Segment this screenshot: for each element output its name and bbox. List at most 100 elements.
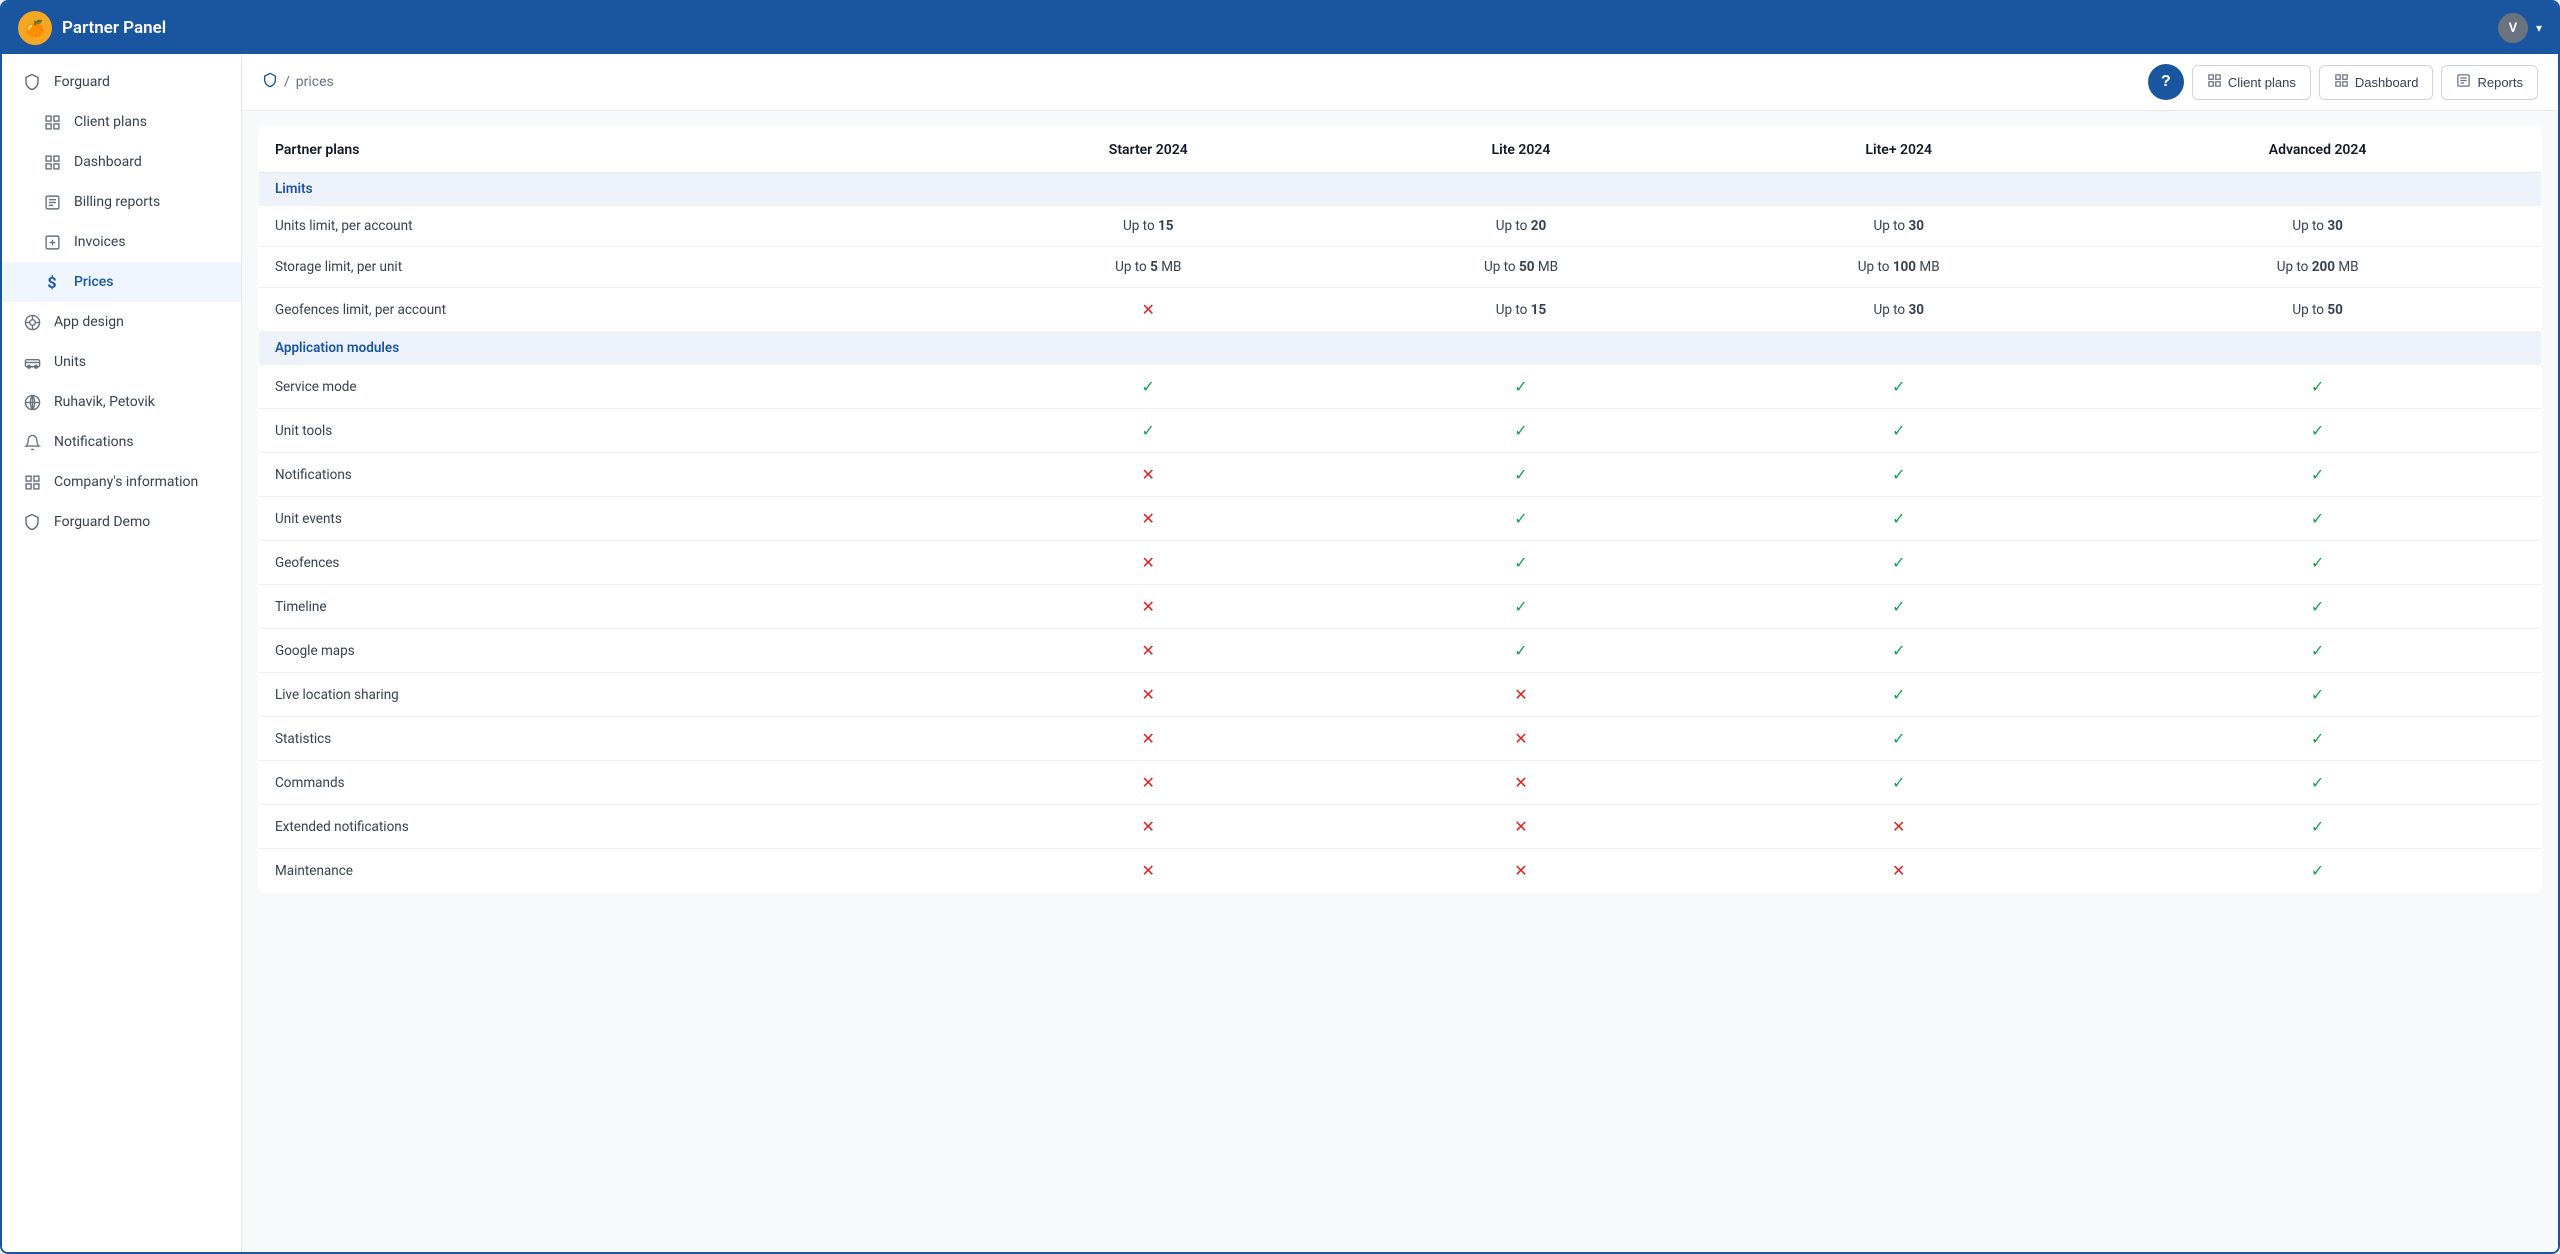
check-icon: ✓ [2311, 685, 2324, 704]
table-cell: ✕ [958, 761, 1339, 805]
table-cell: ✓ [1703, 717, 2094, 761]
table-container: Partner plans Starter 2024 Lite 2024 Lit… [242, 111, 2558, 909]
client-plans-icon [42, 112, 62, 132]
feature-cell: Google maps [259, 629, 958, 673]
table-cell: ✕ [958, 805, 1339, 849]
sidebar-item-forguard[interactable]: Forguard [2, 62, 241, 102]
col-lite-plus: Lite+ 2024 [1703, 128, 2094, 173]
sidebar-item-invoices[interactable]: Invoices [2, 222, 241, 262]
table-row: Statistics ✕ ✕ ✓ ✓ [259, 717, 2542, 761]
table-row: Geofences ✕ ✓ ✓ ✓ [259, 541, 2542, 585]
company-info-icon [22, 472, 42, 492]
sidebar-item-label: Billing reports [74, 194, 160, 210]
check-icon: ✓ [1892, 685, 1905, 704]
table-cell: ✓ [958, 409, 1339, 453]
check-icon: ✓ [1892, 421, 1905, 440]
help-button[interactable]: ? [2148, 64, 2184, 100]
sidebar-item-label: Forguard Demo [54, 514, 150, 530]
table-cell: ✓ [1703, 541, 2094, 585]
sidebar-item-label: App design [54, 314, 124, 330]
cross-icon: ✕ [1142, 729, 1155, 748]
table-row: Geofences limit, per account ✕ Up to 15 … [259, 288, 2542, 332]
table-cell: ✓ [2094, 849, 2541, 893]
ruhavik-icon [22, 392, 42, 412]
table-cell: ✓ [2094, 629, 2541, 673]
feature-cell: Extended notifications [259, 805, 958, 849]
table-cell: ✕ [958, 453, 1339, 497]
cross-icon: ✕ [1514, 685, 1527, 704]
sidebar-item-label: Units [54, 354, 86, 370]
sidebar-item-label: Invoices [74, 234, 126, 250]
breadcrumb-shield-icon [262, 72, 278, 92]
avatar[interactable]: V [2498, 13, 2528, 43]
table-row: Service mode ✓ ✓ ✓ ✓ [259, 365, 2542, 409]
table-cell: ✕ [1339, 673, 1703, 717]
sidebar-item-ruhavik[interactable]: Ruhavik, Petovik [2, 382, 241, 422]
table-row: Units limit, per account Up to 15 Up to … [259, 206, 2542, 247]
feature-cell: Storage limit, per unit [259, 247, 958, 288]
dashboard-btn-icon [2334, 73, 2349, 92]
check-icon: ✓ [1514, 465, 1527, 484]
dashboard-button[interactable]: Dashboard [2319, 65, 2434, 100]
section-header-cell: Application modules [259, 332, 2542, 365]
table-cell: ✓ [2094, 761, 2541, 805]
table-cell: ✓ [2094, 585, 2541, 629]
check-icon: ✓ [1514, 509, 1527, 528]
sidebar-item-billing-reports[interactable]: Billing reports [2, 182, 241, 222]
sidebar-item-label: Dashboard [74, 154, 142, 170]
table-section-header: Application modules [259, 332, 2542, 365]
table-cell: ✓ [1703, 365, 2094, 409]
check-icon: ✓ [2311, 553, 2324, 572]
billing-reports-icon [42, 192, 62, 212]
sidebar-item-units[interactable]: Units [2, 342, 241, 382]
notifications-icon [22, 432, 42, 452]
table-cell: ✓ [1339, 541, 1703, 585]
cross-icon: ✕ [1514, 861, 1527, 880]
reports-btn-label: Reports [2477, 75, 2523, 90]
table-cell: ✕ [958, 585, 1339, 629]
table-cell: ✓ [1339, 453, 1703, 497]
units-icon [22, 352, 42, 372]
section-header-cell: Limits [259, 173, 2542, 206]
feature-cell: Timeline [259, 585, 958, 629]
table-row: Google maps ✕ ✓ ✓ ✓ [259, 629, 2542, 673]
cross-icon: ✕ [1142, 465, 1155, 484]
sidebar-item-dashboard[interactable]: Dashboard [2, 142, 241, 182]
cross-icon: ✕ [1892, 817, 1905, 836]
sidebar-item-prices[interactable]: $ Prices [2, 262, 241, 302]
check-icon: ✓ [1514, 641, 1527, 660]
sidebar-item-app-design[interactable]: App design [2, 302, 241, 342]
sidebar-item-label: Forguard [54, 74, 110, 90]
cross-icon: ✕ [1142, 773, 1155, 792]
table-cell: Up to 30 [2094, 206, 2541, 247]
table-cell: ✕ [1703, 849, 2094, 893]
cross-icon: ✕ [1142, 553, 1155, 572]
table-cell: ✓ [2094, 453, 2541, 497]
client-plans-button[interactable]: Client plans [2192, 65, 2311, 100]
table-cell: Up to 5 MB [958, 247, 1339, 288]
cross-icon: ✕ [1142, 817, 1155, 836]
sidebar-item-notifications[interactable]: Notifications [2, 422, 241, 462]
sidebar-item-company-info[interactable]: Company's information [2, 462, 241, 502]
sidebar-item-forguard-demo[interactable]: Forguard Demo [2, 502, 241, 542]
reports-button[interactable]: Reports [2441, 65, 2538, 100]
table-cell: ✕ [958, 629, 1339, 673]
feature-cell: Service mode [259, 365, 958, 409]
check-icon: ✓ [1892, 553, 1905, 572]
feature-cell: Units limit, per account [259, 206, 958, 247]
action-bar: / prices ? Client plans [242, 54, 2558, 111]
sidebar-item-label: Client plans [74, 114, 147, 130]
feature-cell: Maintenance [259, 849, 958, 893]
client-plans-btn-icon [2207, 73, 2222, 92]
feature-cell: Unit tools [259, 409, 958, 453]
table-cell: ✓ [2094, 497, 2541, 541]
check-icon: ✓ [1892, 509, 1905, 528]
app-design-icon [22, 312, 42, 332]
forguard-demo-icon [22, 512, 42, 532]
cross-icon: ✕ [1514, 729, 1527, 748]
chevron-down-icon[interactable]: ▾ [2536, 21, 2542, 35]
sidebar-item-client-plans[interactable]: Client plans [2, 102, 241, 142]
check-icon: ✓ [1892, 773, 1905, 792]
cross-icon: ✕ [1142, 509, 1155, 528]
table-cell: Up to 20 [1339, 206, 1703, 247]
